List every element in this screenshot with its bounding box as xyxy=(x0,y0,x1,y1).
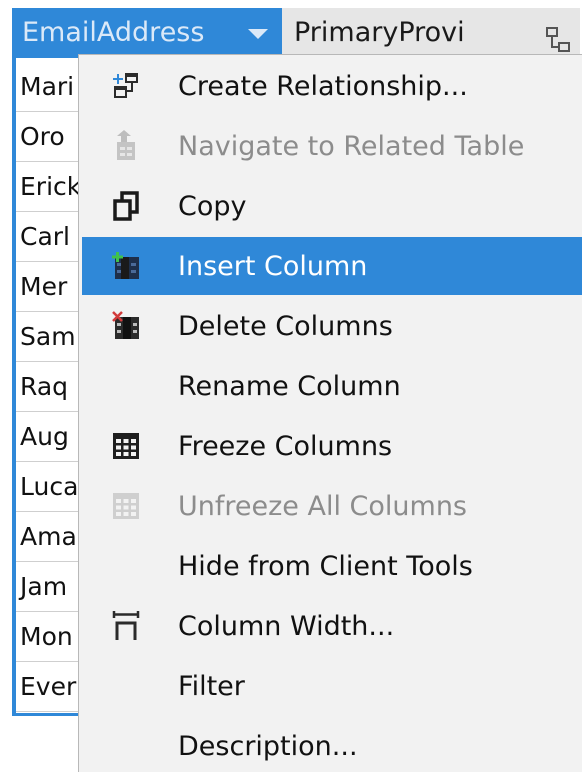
relationship-icon xyxy=(546,20,570,58)
menu-item-navigate-related-table[interactable]: Navigate to Related Table xyxy=(82,117,582,175)
table-row[interactable]: Ever xyxy=(16,662,80,712)
empty-icon-slot xyxy=(82,357,170,415)
dropdown-arrow-icon[interactable] xyxy=(248,29,268,39)
menu-item-freeze-columns[interactable]: Freeze Columns xyxy=(82,417,582,475)
table-row[interactable]: Ama xyxy=(16,512,80,562)
selected-column-border-bottom xyxy=(12,713,82,716)
insert-column-icon xyxy=(82,237,170,295)
column-header-label: EmailAddress xyxy=(22,17,205,48)
menu-item-insert-column[interactable]: Insert Column xyxy=(82,237,582,295)
grid-rows: Mari Oro Erick Carl Mer Sam Raq Aug Luca… xyxy=(16,62,80,712)
menu-item-label: Unfreeze All Columns xyxy=(178,490,467,522)
table-row[interactable]: Luca xyxy=(16,462,80,512)
menu-item-create-relationship[interactable]: Create Relationship... xyxy=(82,57,582,115)
column-header-label: PrimaryProvi xyxy=(294,17,465,48)
navigate-related-icon xyxy=(82,117,170,175)
menu-item-label: Create Relationship... xyxy=(178,70,468,102)
menu-item-delete-columns[interactable]: Delete Columns xyxy=(82,297,582,355)
table-row[interactable]: Mer xyxy=(16,262,80,312)
grid-header: EmailAddress PrimaryProvi xyxy=(12,8,580,58)
copy-icon xyxy=(82,177,170,235)
menu-item-label: Copy xyxy=(178,190,247,222)
unfreeze-columns-icon xyxy=(82,477,170,535)
menu-item-label: Description... xyxy=(178,730,358,762)
empty-icon-slot xyxy=(82,657,170,715)
menu-item-label: Filter xyxy=(178,670,245,702)
empty-icon-slot xyxy=(82,537,170,595)
freeze-columns-icon xyxy=(82,417,170,475)
menu-item-label: Insert Column xyxy=(178,250,368,282)
menu-item-copy[interactable]: Copy xyxy=(82,177,582,235)
menu-item-label: Freeze Columns xyxy=(178,430,393,462)
empty-icon-slot xyxy=(82,717,170,775)
menu-item-label: Hide from Client Tools xyxy=(178,550,473,582)
menu-item-column-width[interactable]: Column Width... xyxy=(82,597,582,655)
table-row[interactable]: Oro xyxy=(16,112,80,162)
context-menu: Create Relationship... Navigate to Relat… xyxy=(78,54,582,772)
delete-columns-icon xyxy=(82,297,170,355)
table-row[interactable]: Raq xyxy=(16,362,80,412)
column-width-icon xyxy=(82,597,170,655)
table-row[interactable]: Mon xyxy=(16,612,80,662)
table-row[interactable]: Carl xyxy=(16,212,80,262)
menu-item-unfreeze-all-columns[interactable]: Unfreeze All Columns xyxy=(82,477,582,535)
menu-item-rename-column[interactable]: Rename Column xyxy=(82,357,582,415)
table-row[interactable]: Jam xyxy=(16,562,80,612)
table-row[interactable]: Mari xyxy=(16,62,80,112)
menu-item-description[interactable]: Description... xyxy=(82,717,582,775)
table-row[interactable]: Erick xyxy=(16,162,80,212)
menu-item-filter[interactable]: Filter xyxy=(82,657,582,715)
column-header-primary-provider[interactable]: PrimaryProvi xyxy=(282,8,580,58)
menu-item-label: Rename Column xyxy=(178,370,401,402)
menu-item-label: Column Width... xyxy=(178,610,395,642)
menu-item-label: Delete Columns xyxy=(178,310,393,342)
menu-item-hide-from-client-tools[interactable]: Hide from Client Tools xyxy=(82,537,582,595)
table-row[interactable]: Aug xyxy=(16,412,80,462)
table-row[interactable]: Sam xyxy=(16,312,80,362)
menu-item-label: Navigate to Related Table xyxy=(178,130,525,162)
column-header-email-address[interactable]: EmailAddress xyxy=(12,8,282,58)
create-relationship-icon xyxy=(82,57,170,115)
